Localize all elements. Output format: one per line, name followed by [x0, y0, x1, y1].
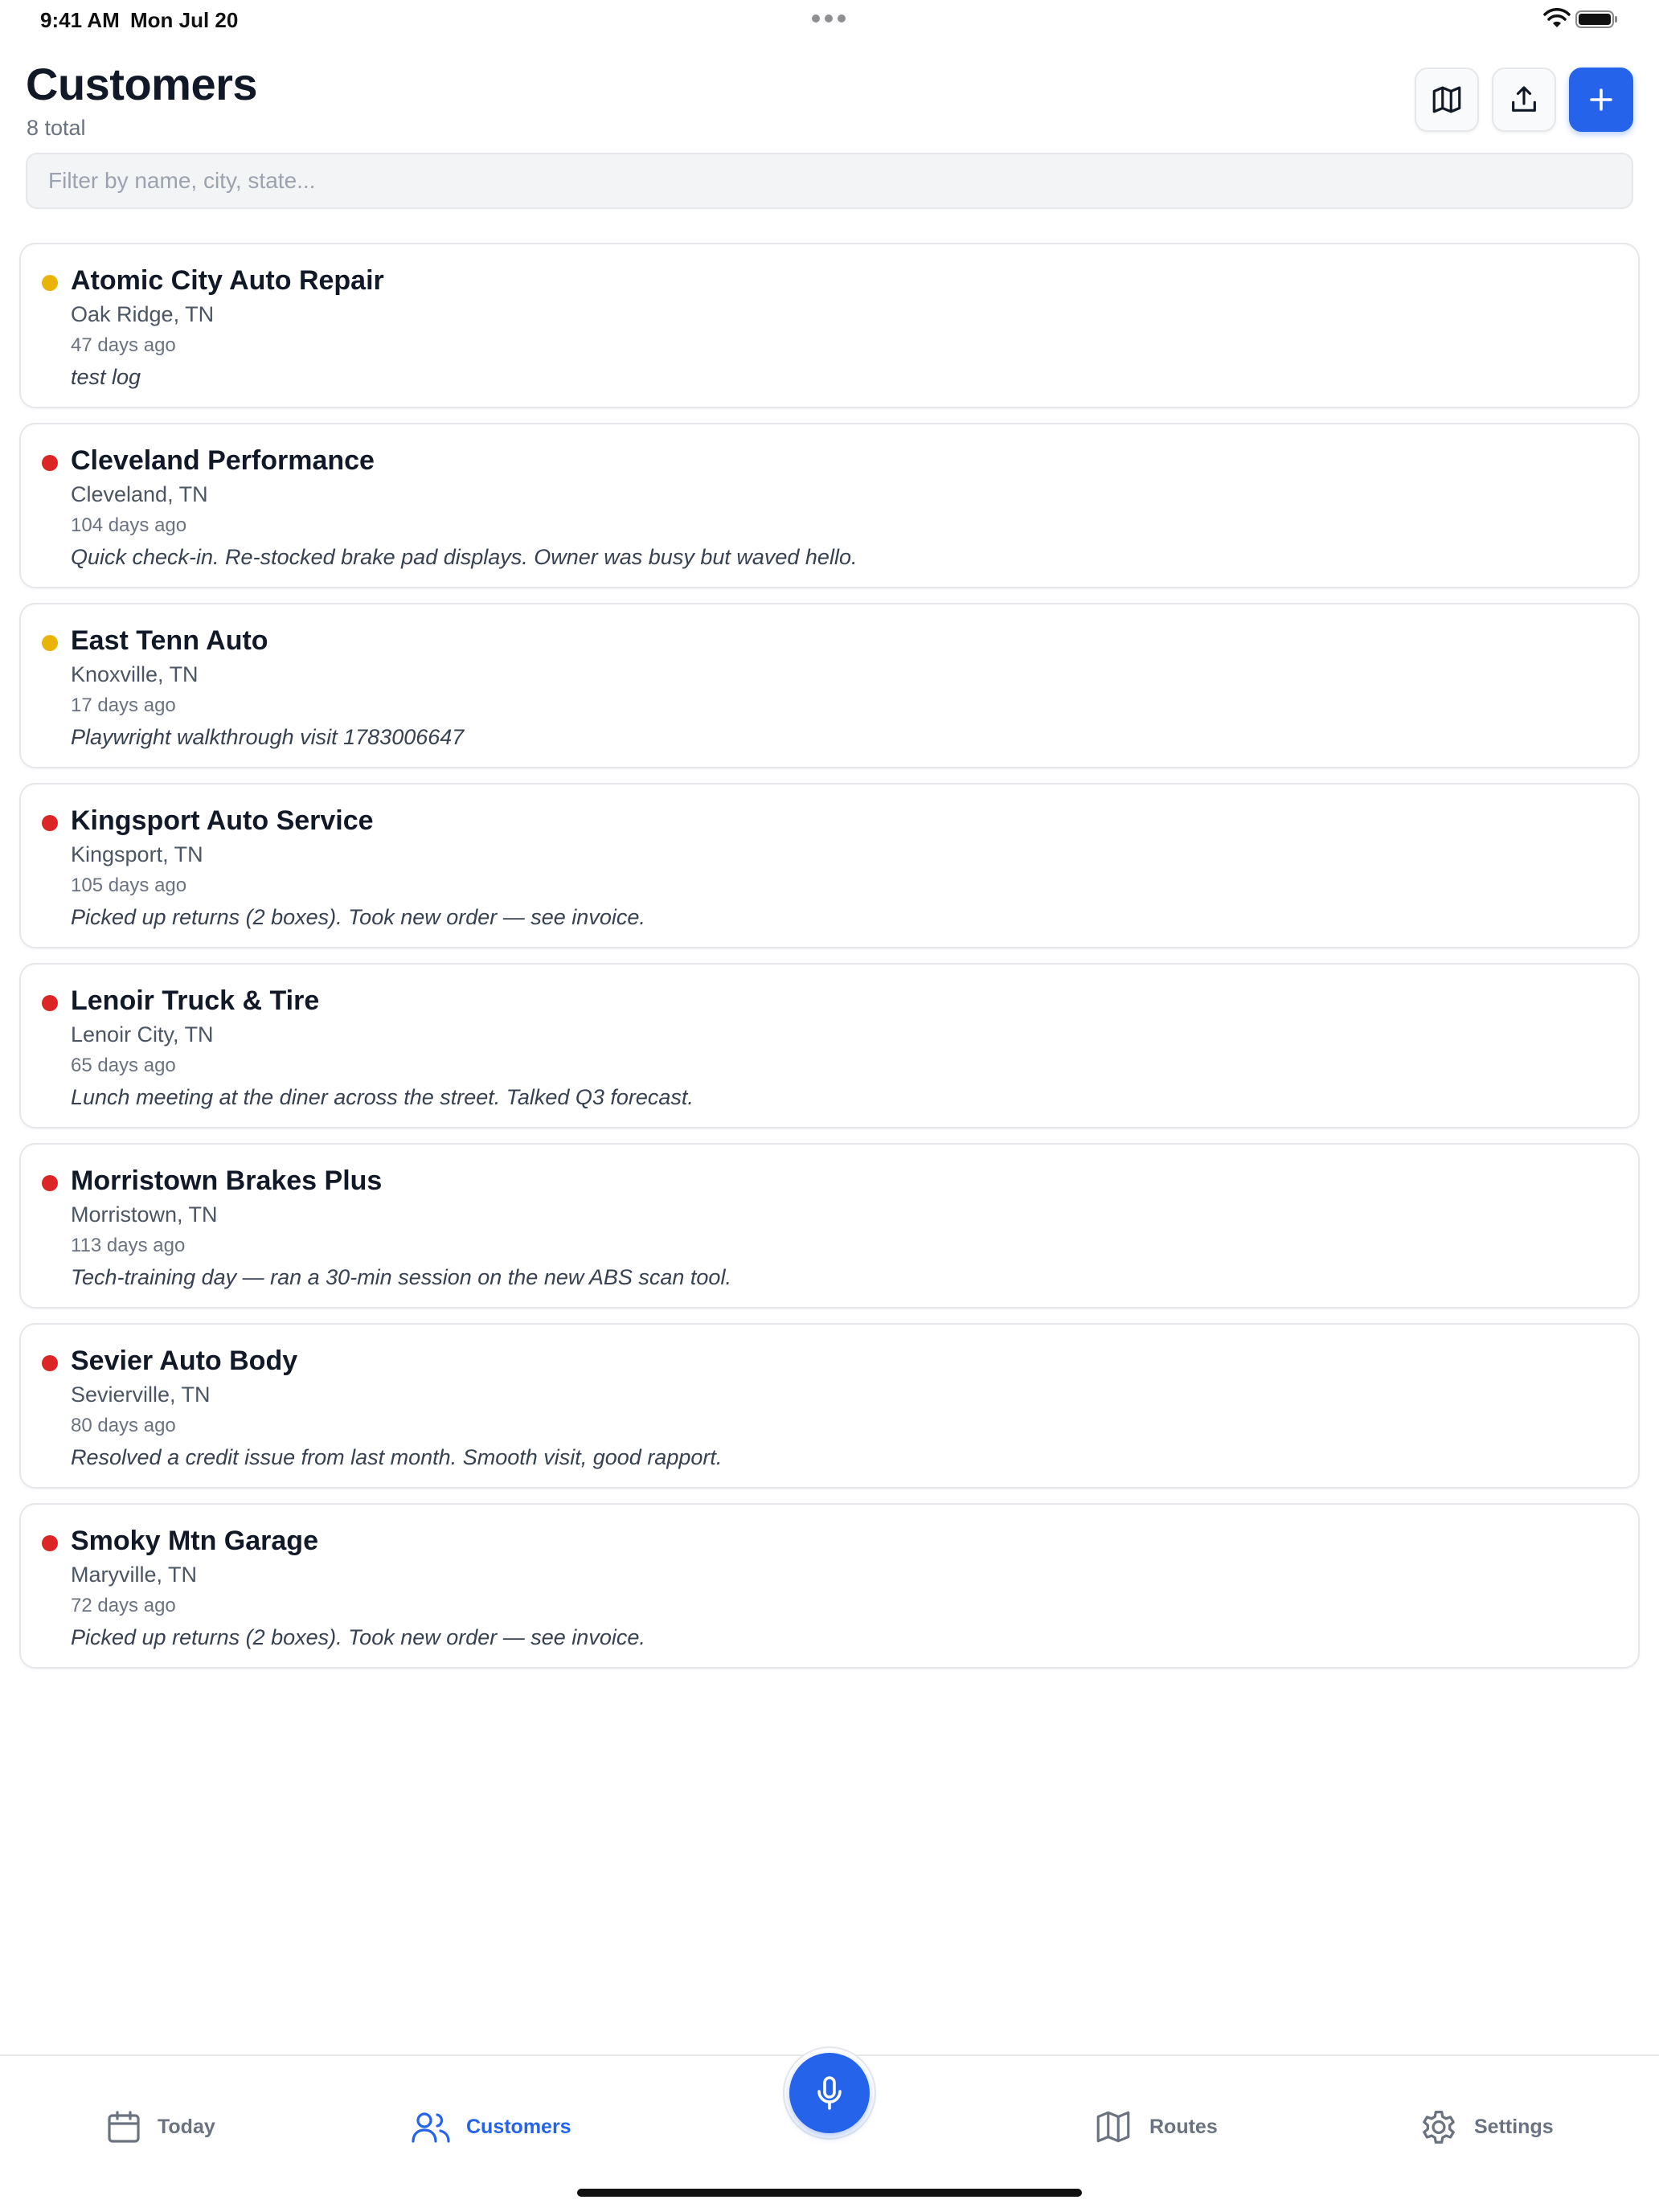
customer-list: Atomic City Auto Repair Oak Ridge, TN 47…	[19, 243, 1640, 1683]
customer-location: Kingsport, TN	[71, 842, 203, 866]
gear-icon	[1423, 2110, 1455, 2144]
tab-routes-label: Routes	[1149, 2115, 1218, 2138]
wifi-icon	[1543, 8, 1571, 27]
visit-note: Tech-training day — ran a 30-min session…	[71, 1265, 731, 1289]
customer-card[interactable]: Atomic City Auto Repair Oak Ridge, TN 47…	[19, 243, 1640, 408]
tab-today-label: Today	[158, 2115, 215, 2138]
customer-name: Sevier Auto Body	[71, 1346, 298, 1376]
customer-card[interactable]: East Tenn Auto Knoxville, TN 17 days ago…	[19, 603, 1640, 768]
customer-card[interactable]: Sevier Auto Body Sevierville, TN 80 days…	[19, 1323, 1640, 1489]
plus-icon	[1590, 88, 1612, 111]
add-customer-button[interactable]	[1569, 68, 1633, 132]
customer-location: Morristown, TN	[71, 1202, 218, 1227]
map-icon	[1096, 2111, 1130, 2143]
status-bar: 9:41 AM Mon Jul 20	[0, 0, 1659, 39]
tab-customers-label: Customers	[466, 2115, 571, 2138]
customer-name: Cleveland Performance	[71, 445, 375, 476]
multitasking-dots-icon[interactable]	[812, 14, 846, 23]
home-indicator	[577, 2189, 1082, 2197]
customer-location: Maryville, TN	[71, 1563, 198, 1587]
customer-name: Morristown Brakes Plus	[71, 1165, 383, 1196]
visit-note: Playwright walkthrough visit 1783006647	[71, 725, 465, 749]
tab-routes[interactable]: Routes	[1092, 2104, 1218, 2149]
customer-name: East Tenn Auto	[71, 625, 268, 656]
customer-location: Oak Ridge, TN	[71, 302, 215, 326]
status-dot	[42, 995, 58, 1011]
last-visit: 80 days ago	[71, 1415, 176, 1436]
visit-note: Lunch meeting at the diner across the st…	[71, 1085, 694, 1109]
customer-card[interactable]: Smoky Mtn Garage Maryville, TN 72 days a…	[19, 1503, 1640, 1669]
status-dot	[42, 1355, 58, 1371]
status-date: Mon Jul 20	[130, 8, 239, 32]
export-button[interactable]	[1492, 68, 1556, 132]
status-dot	[42, 815, 58, 831]
tab-customers[interactable]: Customers	[410, 2104, 571, 2149]
battery-icon	[1575, 10, 1617, 28]
status-dot	[42, 455, 58, 471]
status-dot	[42, 1535, 58, 1551]
search-input[interactable]	[26, 153, 1633, 209]
tab-today[interactable]: Today	[104, 2104, 215, 2149]
map-icon	[1432, 86, 1461, 113]
calendar-icon	[108, 2111, 140, 2143]
page-title: Customers	[26, 59, 258, 109]
last-visit: 72 days ago	[71, 1595, 176, 1616]
share-icon	[1512, 86, 1536, 112]
customer-card[interactable]: Lenoir Truck & Tire Lenoir City, TN 65 d…	[19, 963, 1640, 1129]
visit-note: Quick check-in. Re-stocked brake pad dis…	[71, 545, 858, 569]
customer-name: Lenoir Truck & Tire	[71, 985, 320, 1016]
last-visit: 105 days ago	[71, 875, 187, 896]
visit-note: Picked up returns (2 boxes). Took new or…	[71, 1625, 645, 1649]
last-visit: 65 days ago	[71, 1055, 176, 1076]
customer-location: Cleveland, TN	[71, 482, 208, 506]
last-visit: 104 days ago	[71, 514, 187, 536]
tab-settings[interactable]: Settings	[1418, 2104, 1554, 2149]
users-icon	[412, 2112, 450, 2143]
last-visit: 113 days ago	[71, 1235, 186, 1256]
status-dot	[42, 275, 58, 291]
customer-location: Sevierville, TN	[71, 1382, 211, 1407]
last-visit: 17 days ago	[71, 694, 176, 716]
map-view-button[interactable]	[1415, 68, 1479, 132]
visit-note: test log	[71, 365, 141, 389]
last-visit: 47 days ago	[71, 334, 176, 356]
microphone-icon	[817, 2076, 842, 2110]
customer-card[interactable]: Morristown Brakes Plus Morristown, TN 11…	[19, 1143, 1640, 1309]
customer-name: Kingsport Auto Service	[71, 805, 374, 836]
status-dot	[42, 635, 58, 651]
customer-name: Smoky Mtn Garage	[71, 1526, 318, 1556]
customer-count: 8 total	[27, 116, 86, 140]
customer-card[interactable]: Kingsport Auto Service Kingsport, TN 105…	[19, 783, 1640, 948]
customer-location: Knoxville, TN	[71, 662, 199, 686]
visit-note: Resolved a credit issue from last month.…	[71, 1445, 723, 1469]
status-dot	[42, 1175, 58, 1191]
voice-log-button[interactable]	[789, 2053, 870, 2133]
customer-name: Atomic City Auto Repair	[71, 265, 384, 296]
tab-settings-label: Settings	[1474, 2115, 1554, 2138]
status-time: 9:41 AM	[40, 8, 120, 32]
customer-location: Lenoir City, TN	[71, 1022, 214, 1047]
customer-card[interactable]: Cleveland Performance Cleveland, TN 104 …	[19, 423, 1640, 588]
visit-note: Picked up returns (2 boxes). Took new or…	[71, 905, 645, 929]
